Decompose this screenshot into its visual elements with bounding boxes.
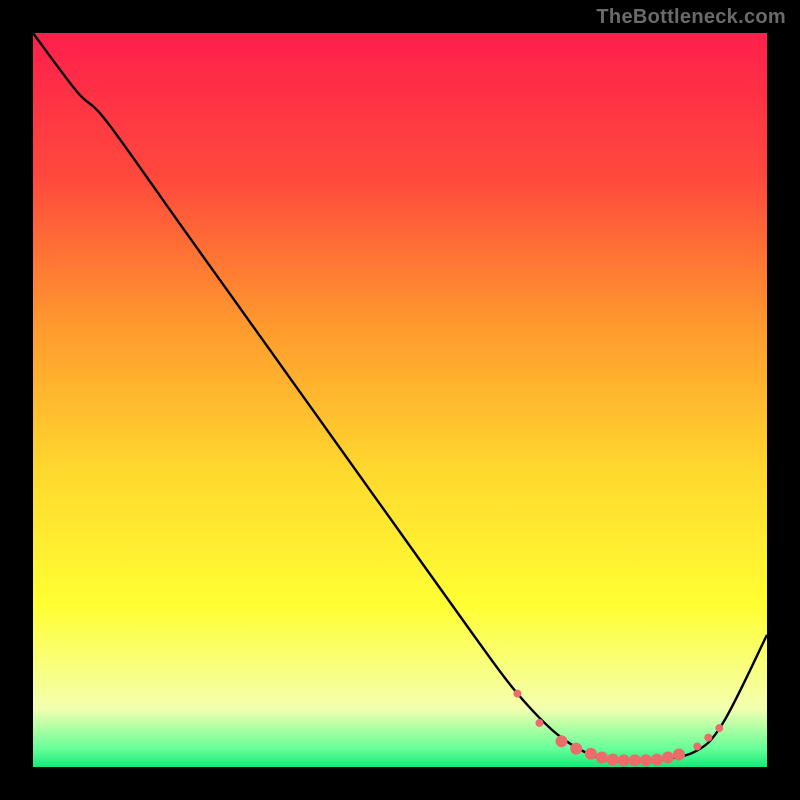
curve-marker (607, 754, 619, 766)
chart-stage: TheBottleneck.com (0, 0, 800, 800)
curve-marker (596, 751, 608, 763)
curve-marker (715, 724, 723, 732)
curve-marker (618, 754, 630, 766)
curve-marker (640, 754, 652, 766)
curve-marker (570, 743, 582, 755)
curve-marker (704, 734, 712, 742)
curve-marker (535, 719, 543, 727)
curve-marker (513, 690, 521, 698)
curve-marker (585, 748, 597, 760)
curve-marker (629, 754, 641, 766)
chart-plot-area (33, 33, 767, 767)
curve-marker (651, 754, 663, 766)
curve-marker (662, 751, 674, 763)
curve-marker (693, 742, 701, 750)
bottleneck-curve-chart (0, 0, 800, 800)
curve-marker (555, 735, 567, 747)
curve-marker (673, 749, 685, 761)
